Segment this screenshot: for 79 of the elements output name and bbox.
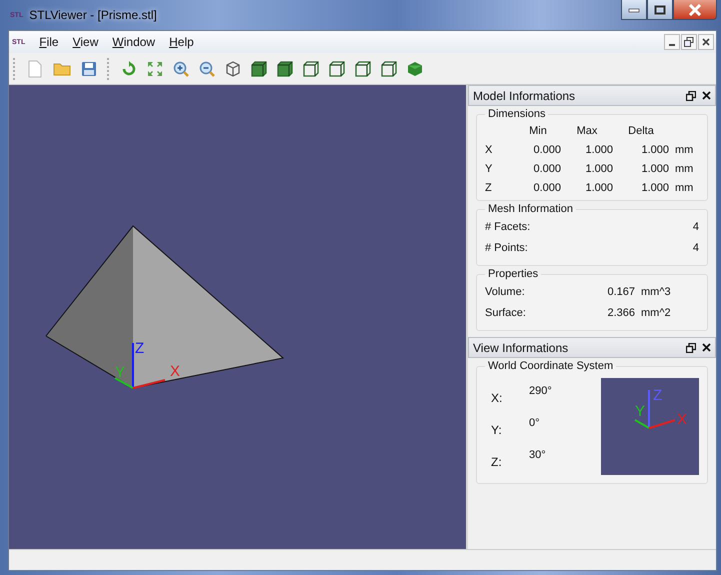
field-label: Surface: [485,307,527,319]
close-button[interactable] [673,0,717,20]
menu-item[interactable]: Window [112,35,156,49]
cube-view-icon[interactable] [303,60,319,76]
axis-label: Y [485,163,494,175]
save-icon[interactable] [81,60,97,76]
axis-label: X [677,411,688,428]
zoom-in-icon[interactable] [173,60,189,76]
unit-label: mm [674,144,694,156]
cube-view-icon[interactable] [355,60,371,76]
axis-label: X [170,363,180,380]
close-icon [702,38,710,46]
field-label: # Points: [485,242,528,254]
angle-value: 0° [529,416,540,430]
min-value: 0.000 [532,144,561,156]
menu-item[interactable]: View [72,35,98,49]
close-icon[interactable] [702,91,711,100]
min-value: 0.000 [532,163,561,175]
restore-icon [684,37,694,47]
float-icon[interactable] [686,90,696,100]
cube-view-icon[interactable] [277,60,293,76]
cube-view-icon[interactable] [329,60,345,76]
maximize-icon [654,4,666,14]
angle-label: X: [491,390,504,404]
min-value: 0.000 [532,182,561,194]
angle-label: Z: [491,454,503,468]
field-label: # Facets: [485,221,530,233]
group-title: Mesh Information [487,203,574,215]
max-value: 1.000 [584,163,613,175]
minimize-icon [628,6,640,12]
panel-title: View Informations [473,340,568,354]
solid-cube-icon[interactable] [407,60,423,76]
close-button[interactable] [698,34,714,50]
max-value: 1.000 [584,144,613,156]
minimize-button[interactable] [664,34,680,50]
maximize-button[interactable] [647,0,673,20]
menu-item[interactable]: File [39,35,59,49]
axis-label: Z [135,340,144,357]
panel-title: Model Informations [473,88,576,102]
menu-item[interactable]: Help [169,35,194,49]
float-icon[interactable] [686,342,696,352]
column-header: Delta [627,125,655,137]
delta-value: 1.000 [640,144,669,156]
column-header: Min [528,125,548,137]
angle-label: Y: [491,422,503,436]
field-label: Volume: [485,286,526,298]
unit-label: mm^3 [641,286,671,298]
column-header: Max [576,125,598,137]
close-icon[interactable] [702,343,711,352]
fit-view-icon[interactable] [147,60,163,76]
minimize-button[interactable] [621,0,647,20]
angle-value: 30° [529,448,546,462]
group-title: Properties [487,268,540,280]
unit-label: mm [674,182,694,194]
delta-value: 1.000 [640,182,669,194]
axis-label: Y [115,364,126,381]
restore-button[interactable] [681,34,697,50]
cube-view-icon[interactable] [251,60,267,76]
rotate-icon[interactable] [121,60,137,76]
unit-label: mm^2 [641,307,671,319]
field-value: 2.366 [606,307,635,319]
field-value: 0.167 [606,286,635,298]
max-value: 1.000 [584,182,613,194]
unit-label: mm [674,163,694,175]
axis-label: Z [653,387,662,404]
field-value: 4 [692,221,699,233]
window-title: STLViewer - [Prisme.stl] [29,8,157,22]
cube-icon[interactable] [225,60,241,76]
close-icon [688,4,702,16]
axis-label: Z [485,182,493,194]
group-title: Dimensions [487,108,546,120]
angle-value: 290° [529,384,552,398]
delta-value: 1.000 [640,163,669,175]
group-title: World Coordinate System [487,360,614,372]
field-value: 4 [692,242,699,254]
cube-view-icon[interactable] [381,60,397,76]
zoom-out-icon[interactable] [199,60,215,76]
axis-label: Y [635,403,646,420]
axis-label: X [485,144,494,156]
